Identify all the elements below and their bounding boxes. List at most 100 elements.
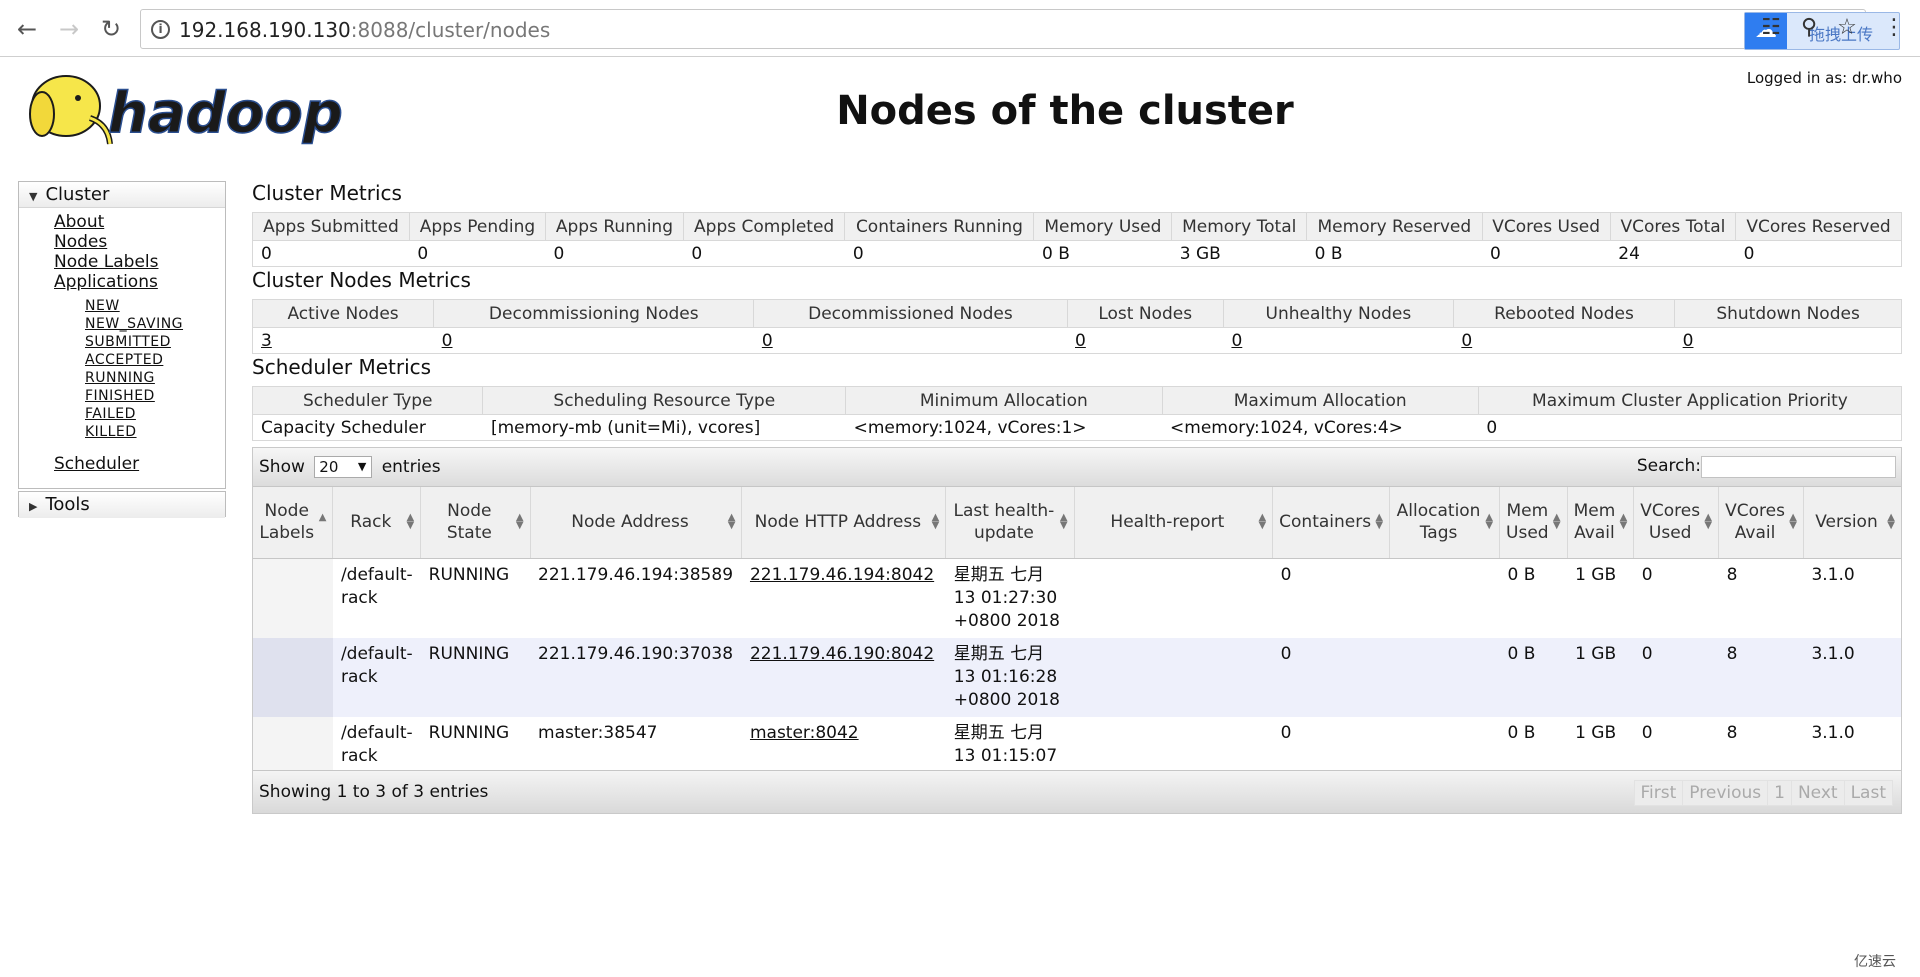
- column-label: Node Labels: [259, 501, 315, 544]
- column-header-node-labels[interactable]: Node Labels ▲: [253, 487, 334, 559]
- decommissioned-nodes-link[interactable]: 0: [762, 331, 773, 351]
- metric-value: 3 GB: [1171, 240, 1307, 267]
- rebooted-nodes-link[interactable]: 0: [1461, 331, 1472, 351]
- sidebar-app-new[interactable]: NEW: [85, 298, 120, 314]
- table-row: /default-rack RUNNING 221.179.46.194:385…: [253, 558, 1901, 638]
- sidebar-link-about[interactable]: About: [54, 212, 104, 232]
- node-http-address-link[interactable]: master:8042: [750, 723, 859, 743]
- node-http-address-link[interactable]: 221.179.46.190:8042: [750, 644, 934, 664]
- column-header-node-address[interactable]: Node Address ▲ ▼: [530, 487, 743, 559]
- metric-header: VCores Reserved: [1735, 212, 1902, 241]
- column-header-vcores-used[interactable]: VCores Used ▲ ▼: [1633, 487, 1720, 559]
- forward-arrow-icon[interactable]: →: [54, 14, 84, 44]
- sort-both-icon: ▲ ▼: [931, 512, 940, 532]
- pager-previous-button[interactable]: Previous: [1682, 780, 1769, 806]
- unhealthy-nodes-link[interactable]: 0: [1231, 331, 1242, 351]
- active-nodes-link[interactable]: 3: [261, 331, 272, 351]
- sort-both-icon: ▲ ▼: [1552, 512, 1561, 532]
- browser-menu-icon[interactable]: ⋮: [1880, 14, 1908, 42]
- pager-page-1-button[interactable]: 1: [1767, 780, 1792, 806]
- metric-header: Shutdown Nodes: [1674, 299, 1902, 328]
- cell-health-report: [1074, 637, 1273, 717]
- sidebar-tools[interactable]: ▶ Tools: [18, 491, 226, 518]
- pager-next-button[interactable]: Next: [1790, 780, 1845, 806]
- column-header-node-state[interactable]: Node State ▲ ▼: [420, 487, 531, 559]
- metric-value: 0: [1735, 240, 1902, 267]
- metric-value: <memory:1024, vCores:4>: [1162, 414, 1479, 441]
- cell-allocation-tags: [1389, 558, 1500, 638]
- sort-both-icon: ▲ ▼: [727, 512, 736, 532]
- lost-nodes-link[interactable]: 0: [1075, 331, 1086, 351]
- column-label: Last health-update: [953, 501, 1055, 544]
- sidebar-app-accepted[interactable]: ACCEPTED: [85, 352, 163, 368]
- column-header-mem-used[interactable]: Mem Used ▲ ▼: [1499, 487, 1568, 559]
- reload-icon[interactable]: ↻: [96, 14, 126, 44]
- column-header-node-http-address[interactable]: Node HTTP Address ▲ ▼: [741, 487, 947, 559]
- cell-mem-used: 0 B: [1499, 558, 1568, 638]
- column-label: Node HTTP Address: [754, 512, 922, 533]
- column-header-vcores-avail[interactable]: VCores Avail ▲ ▼: [1718, 487, 1804, 559]
- table-row: /default-rack RUNNING 221.179.46.190:370…: [253, 637, 1901, 717]
- nodes-table: Node Labels ▲ Rack ▲ ▼ Node State ▲ ▼ Node Ad…: [253, 487, 1901, 796]
- sidebar-cluster-header[interactable]: ▼ Cluster: [19, 182, 225, 208]
- sidebar-link-node-labels[interactable]: Node Labels: [54, 252, 159, 272]
- column-header-last-health-update[interactable]: Last health-update ▲ ▼: [945, 487, 1075, 559]
- browser-toolbar: ← → ↻ i 192.168.190.130:8088/cluster/nod…: [0, 0, 1920, 57]
- page-length-select[interactable]: 20 ▼: [314, 456, 373, 478]
- node-metrics-table: Active Nodes Decommissioning Nodes Decom…: [251, 299, 1902, 354]
- column-label: Mem Used: [1506, 501, 1549, 544]
- metric-header: Lost Nodes: [1066, 299, 1224, 328]
- sidebar-link-scheduler[interactable]: Scheduler: [54, 454, 139, 474]
- decommissioning-nodes-link[interactable]: 0: [442, 331, 453, 351]
- column-header-rack[interactable]: Rack ▲ ▼: [332, 487, 422, 559]
- sidebar-app-submitted[interactable]: SUBMITTED: [85, 334, 171, 350]
- pager-last-button[interactable]: Last: [1843, 780, 1893, 806]
- sidebar-app-new-saving[interactable]: NEW_SAVING: [85, 316, 183, 332]
- column-header-containers[interactable]: Containers ▲ ▼: [1272, 487, 1391, 559]
- metric-header: VCores Used: [1481, 212, 1611, 241]
- sidebar-link-nodes[interactable]: Nodes: [54, 232, 107, 252]
- url-text[interactable]: 192.168.190.130:8088/cluster/nodes: [179, 18, 550, 42]
- pager-first-button[interactable]: First: [1633, 780, 1684, 806]
- translate-icon[interactable]: ☷: [1757, 14, 1785, 42]
- column-header-allocation-tags[interactable]: Allocation Tags ▲ ▼: [1389, 487, 1501, 559]
- metric-value: Capacity Scheduler: [251, 414, 483, 441]
- metric-header: Apps Completed: [682, 212, 846, 241]
- sidebar-app-failed[interactable]: FAILED: [85, 406, 136, 422]
- bookmark-star-icon[interactable]: ☆: [1833, 14, 1861, 42]
- column-header-health-report[interactable]: Health-report ▲ ▼: [1074, 487, 1274, 559]
- sidebar-app-running[interactable]: RUNNING: [85, 370, 155, 386]
- metric-header: Apps Pending: [408, 212, 547, 241]
- metric-header: Decommissioned Nodes: [753, 299, 1068, 328]
- column-header-mem-avail[interactable]: Mem Avail ▲ ▼: [1567, 487, 1635, 559]
- back-arrow-icon[interactable]: ←: [12, 14, 42, 44]
- metric-value: 0: [409, 240, 546, 267]
- search-label: Search:: [1636, 456, 1701, 476]
- sidebar-tools-header[interactable]: ▶ Tools: [19, 492, 225, 518]
- site-info-icon[interactable]: i: [151, 20, 170, 39]
- url-host: 192.168.190.130: [179, 18, 351, 42]
- sidebar-app-finished[interactable]: FINISHED: [85, 388, 155, 404]
- metric-value: 24: [1610, 240, 1736, 267]
- show-label: Show: [259, 457, 305, 477]
- column-header-version[interactable]: Version ▲ ▼: [1803, 487, 1901, 559]
- sidebar-app-killed[interactable]: KILLED: [85, 424, 137, 440]
- metric-header: Maximum Allocation: [1161, 386, 1479, 415]
- hadoop-logo: hadoop: [29, 75, 344, 147]
- sort-both-icon: ▲ ▼: [1704, 512, 1713, 532]
- metric-header: Apps Running: [545, 212, 684, 241]
- sidebar-link-applications[interactable]: Applications: [54, 272, 158, 292]
- search-input[interactable]: [1701, 456, 1896, 478]
- zoom-icon[interactable]: ⚲: [1795, 14, 1823, 42]
- table-info: Showing 1 to 3 of 3 entries: [259, 782, 489, 802]
- shutdown-nodes-link[interactable]: 0: [1683, 331, 1694, 351]
- column-label: VCores Avail: [1725, 501, 1785, 544]
- cell-containers: 0: [1272, 637, 1390, 717]
- page-title: Nodes of the cluster: [836, 88, 1294, 134]
- column-label: Allocation Tags: [1396, 501, 1481, 544]
- node-http-address-link[interactable]: 221.179.46.194:8042: [750, 565, 934, 585]
- address-bar[interactable]: i 192.168.190.130:8088/cluster/nodes ☁ 拖…: [140, 9, 1900, 50]
- scheduler-metrics-title: Scheduler Metrics: [252, 355, 432, 379]
- cell-rack: /default-rack: [332, 637, 421, 717]
- cell-mem-used: 0 B: [1499, 637, 1568, 717]
